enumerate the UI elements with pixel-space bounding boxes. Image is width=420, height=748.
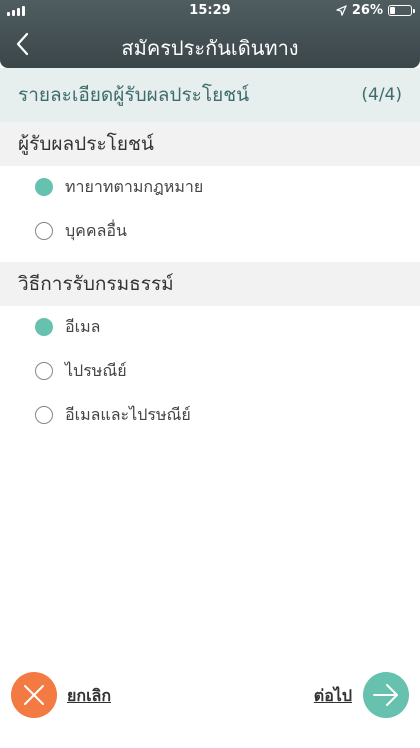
battery-level	[390, 7, 395, 14]
radio-button[interactable]	[35, 318, 53, 336]
app-header: 15:29 26% สมัครประกันเดินทาง	[0, 0, 420, 68]
delivery-option-email[interactable]: อีเมล	[0, 307, 420, 347]
option-label: อีเมล	[65, 316, 101, 336]
close-icon	[24, 685, 44, 705]
cancel-button[interactable]	[11, 672, 57, 718]
delivery-option-email-and-post[interactable]: อีเมลและไปรษณีย์	[0, 395, 420, 435]
radio-button[interactable]	[35, 222, 53, 240]
radio-button[interactable]	[35, 362, 53, 380]
status-bar: 15:29 26%	[0, 0, 420, 22]
next-button[interactable]	[363, 672, 409, 718]
page-title: สมัครประกันเดินทาง	[121, 36, 299, 60]
step-bar: รายละเอียดผู้รับผลประโยชน์ (4/4)	[0, 68, 420, 122]
beneficiary-option-other-person[interactable]: บุคคลอื่น	[0, 211, 420, 251]
footer-actions: ยกเลิก ต่อไป	[0, 670, 420, 720]
beneficiary-section-heading: ผู้รับผลประโยชน์	[0, 122, 420, 166]
option-label: บุคคลอื่น	[65, 220, 127, 240]
delivery-section-heading: วิธีการรับกรมธรรม์	[0, 262, 420, 306]
status-right: 26%	[336, 3, 415, 18]
next-link[interactable]: ต่อไป	[314, 684, 352, 709]
step-title: รายละเอียดผู้รับผลประโยชน์	[18, 84, 250, 106]
option-label: ไปรษณีย์	[65, 360, 127, 380]
delivery-option-post[interactable]: ไปรษณีย์	[0, 351, 420, 391]
step-counter: (4/4)	[361, 85, 402, 105]
arrow-right-icon	[373, 684, 398, 706]
beneficiary-option-legal-heir[interactable]: ทายาทตามกฎหมาย	[0, 167, 420, 207]
option-label: ทายาทตามกฎหมาย	[65, 176, 204, 196]
radio-button[interactable]	[35, 406, 53, 424]
radio-button[interactable]	[35, 178, 53, 196]
option-label: อีเมลและไปรษณีย์	[65, 404, 191, 424]
nav-bar: สมัครประกันเดินทาง	[0, 22, 420, 68]
battery-icon	[388, 5, 415, 16]
battery-percent: 26%	[351, 3, 383, 18]
location-arrow-icon	[336, 5, 347, 16]
cancel-link[interactable]: ยกเลิก	[67, 684, 111, 709]
